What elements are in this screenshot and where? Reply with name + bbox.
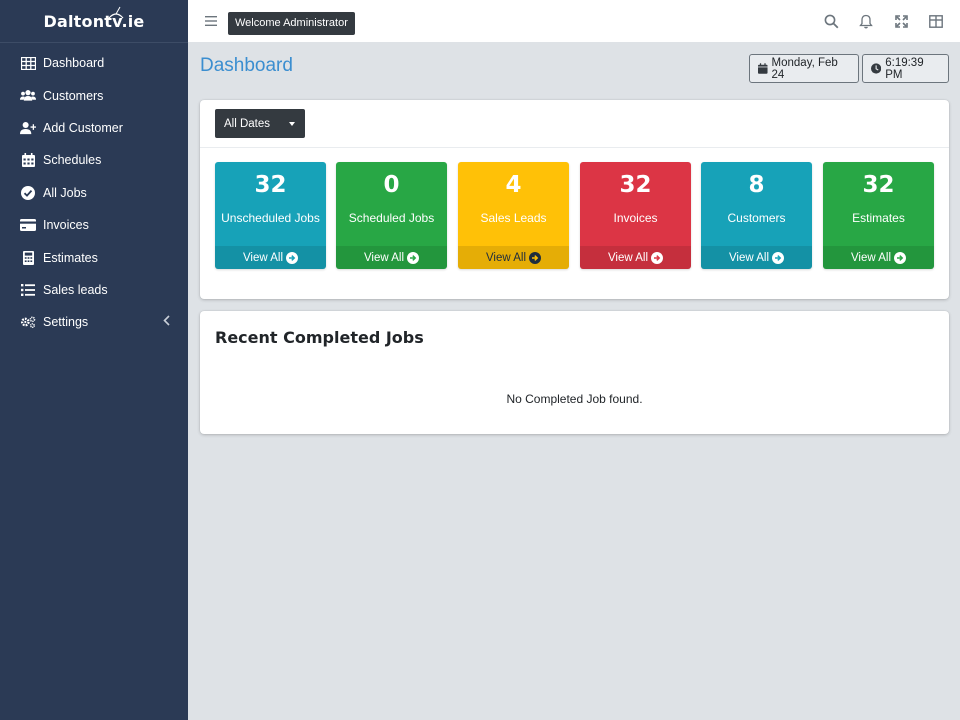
satellite-dish-icon: [108, 6, 124, 19]
view-all-link[interactable]: View All: [701, 246, 812, 269]
stat-tile-sales-leads: 4 Sales Leads View All: [458, 162, 569, 269]
sidebar: Daltontv.ie Dashboard Customers Add Cust…: [0, 0, 188, 720]
table-icon: [20, 55, 36, 71]
stat-tile-invoices: 32 Invoices View All: [580, 162, 691, 269]
sidebar-item-label: Dashboard: [43, 56, 105, 71]
sidebar-item-sales-leads[interactable]: Sales leads: [0, 274, 188, 306]
view-all-label: View All: [363, 251, 405, 264]
bell-icon[interactable]: [858, 13, 874, 29]
sidebar-item-label: Sales leads: [43, 282, 108, 297]
stat-label: Estimates: [852, 211, 905, 225]
view-all-label: View All: [850, 251, 892, 264]
view-all-link[interactable]: View All: [458, 246, 569, 269]
welcome-badge: Welcome Administrator: [228, 12, 355, 35]
stat-value: 32: [254, 172, 287, 198]
stat-value: 32: [862, 172, 895, 198]
credit-card-icon: [20, 217, 36, 233]
view-all-label: View All: [607, 251, 649, 264]
date-display: Monday, Feb 24: [749, 54, 859, 83]
sidebar-item-add-customer[interactable]: Add Customer: [0, 112, 188, 144]
caret-down-icon: [289, 122, 295, 126]
sidebar-item-all-jobs[interactable]: All Jobs: [0, 177, 188, 209]
date-text: Monday, Feb 24: [771, 56, 838, 81]
stat-label: Customers: [727, 211, 786, 225]
sidebar-item-label: Settings: [43, 315, 89, 330]
sidebar-item-dashboard[interactable]: Dashboard: [0, 47, 188, 79]
calendar-icon: [758, 63, 768, 74]
sidebar-item-invoices[interactable]: Invoices: [0, 209, 188, 241]
calendar-icon: [20, 152, 36, 168]
brand-logo[interactable]: Daltontv.ie: [0, 0, 188, 43]
calculator-icon: [20, 250, 36, 266]
arrow-circle-right-icon: [651, 251, 664, 264]
sidebar-item-label: Estimates: [43, 250, 98, 265]
view-all-link[interactable]: View All: [336, 246, 447, 269]
users-icon: [20, 88, 36, 104]
chevron-left-icon[interactable]: [163, 315, 170, 326]
stat-label: Scheduled Jobs: [348, 211, 435, 225]
brand-name: Daltontv.ie: [43, 11, 145, 31]
page-title: Dashboard: [200, 55, 293, 76]
time-display: 6:19:39 PM: [862, 54, 949, 83]
sidebar-item-estimates[interactable]: Estimates: [0, 241, 188, 273]
expand-icon[interactable]: [893, 13, 909, 29]
time-text: 6:19:39 PM: [885, 56, 924, 81]
stat-value: 32: [619, 172, 652, 198]
list-icon: [20, 282, 36, 298]
cogs-icon: [20, 314, 36, 330]
stat-label: Sales Leads: [480, 211, 547, 225]
sidebar-item-label: Customers: [43, 88, 104, 103]
date-filter-label: All Dates: [224, 117, 271, 130]
view-all-label: View All: [485, 251, 527, 264]
view-all-link[interactable]: View All: [823, 246, 934, 269]
sidebar-item-label: Schedules: [43, 153, 102, 168]
sidebar-item-settings[interactable]: Settings: [0, 306, 188, 338]
stat-value: 4: [505, 172, 522, 198]
date-filter-dropdown[interactable]: All Dates: [215, 109, 305, 138]
stat-tile-customers: 8 Customers View All: [701, 162, 812, 269]
view-all-link[interactable]: View All: [580, 246, 691, 269]
sidebar-item-label: Add Customer: [43, 120, 123, 135]
stat-value: 8: [748, 172, 765, 198]
view-all-link[interactable]: View All: [215, 246, 326, 269]
stat-tile-scheduled-jobs: 0 Scheduled Jobs View All: [336, 162, 447, 269]
stats-card-header: All Dates: [200, 100, 949, 148]
recent-jobs-card: Recent Completed Jobs No Completed Job f…: [200, 311, 949, 434]
clock-icon: [871, 63, 882, 74]
sidebar-item-schedules[interactable]: Schedules: [0, 144, 188, 176]
sidebar-item-customers[interactable]: Customers: [0, 79, 188, 111]
arrow-circle-right-icon: [407, 251, 420, 264]
sidebar-item-label: Invoices: [43, 218, 89, 233]
stat-tile-estimates: 32 Estimates View All: [823, 162, 934, 269]
check-circle-icon: [20, 185, 36, 201]
stat-tile-unscheduled-jobs: 32 Unscheduled Jobs View All: [215, 162, 326, 269]
stat-value: 0: [383, 172, 400, 198]
stats-card: All Dates 32 Unscheduled Jobs View All 0…: [200, 100, 949, 299]
sidebar-nav: Dashboard Customers Add Customer Schedul…: [0, 43, 188, 339]
arrow-circle-right-icon: [529, 251, 542, 264]
arrow-circle-right-icon: [894, 251, 907, 264]
stat-label: Invoices: [613, 211, 658, 225]
search-icon[interactable]: [823, 13, 839, 29]
arrow-circle-right-icon: [286, 251, 299, 264]
hamburger-menu-icon[interactable]: [204, 14, 218, 28]
view-all-label: View All: [728, 251, 770, 264]
view-all-label: View All: [242, 251, 284, 264]
top-navbar: Welcome Administrator: [188, 0, 960, 43]
arrow-circle-right-icon: [772, 251, 785, 264]
grid-icon[interactable]: [928, 13, 944, 29]
recent-jobs-title: Recent Completed Jobs: [215, 328, 424, 347]
stat-label: Unscheduled Jobs: [221, 211, 320, 225]
user-plus-icon: [20, 120, 36, 136]
empty-state-message: No Completed Job found.: [506, 392, 643, 406]
sidebar-item-label: All Jobs: [43, 185, 87, 200]
